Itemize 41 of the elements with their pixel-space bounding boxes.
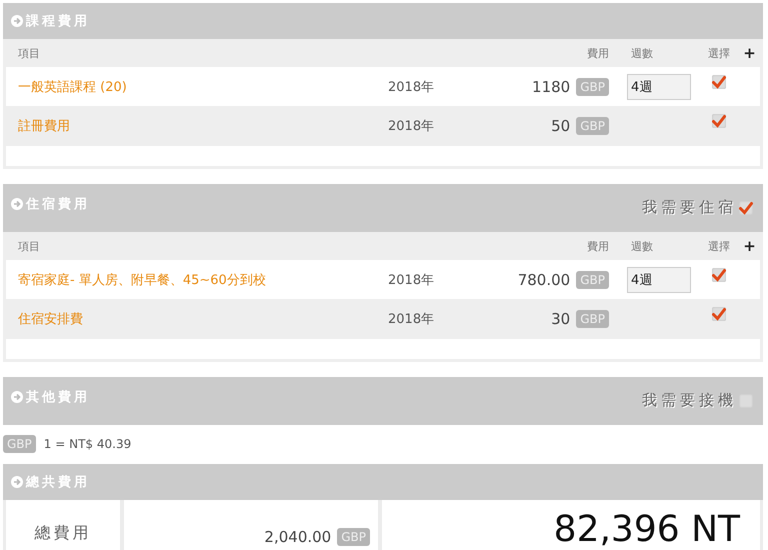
add-button[interactable]: + — [743, 44, 756, 62]
currency-badge: GBP — [337, 528, 370, 546]
column-header: 週數 — [630, 46, 654, 60]
cost-amount: 30 — [551, 310, 570, 328]
column-header: 費用 — [586, 238, 609, 254]
currency-badge: GBP — [3, 435, 36, 453]
weeks-field[interactable]: 4週 — [627, 74, 691, 100]
add-button[interactable]: + — [743, 237, 756, 255]
currency-badge: GBP — [576, 270, 609, 288]
exchange-rate: 1 = NT$ 40.39 — [44, 437, 132, 451]
option-label: 我需要住宿 — [642, 198, 737, 217]
currency-badge: GBP — [576, 310, 609, 328]
column-header: 項目 — [17, 238, 41, 254]
currency-badge: GBP — [576, 78, 609, 96]
arrow-circle-icon — [11, 391, 23, 403]
checkbox[interactable] — [739, 200, 753, 214]
weeks-field[interactable]: 4週 — [627, 266, 691, 292]
currency-badge: GBP — [576, 117, 609, 135]
column-header: 選擇 — [708, 46, 730, 60]
checkbox[interactable] — [712, 75, 726, 89]
year-text: 2018年 — [388, 78, 436, 96]
arrow-circle-icon — [11, 198, 23, 210]
arrow-circle-icon — [11, 15, 23, 27]
year-text: 2018年 — [388, 272, 436, 288]
year-text: 2018年 — [388, 311, 436, 328]
column-header: 週數 — [630, 238, 654, 254]
option-label: 我需要接機 — [642, 391, 737, 410]
converted-total: 82,396 NT — [554, 508, 740, 550]
arrow-circle-icon — [11, 476, 23, 488]
year-text: 2018年 — [388, 118, 436, 135]
column-header: 選擇 — [708, 238, 730, 254]
total-label: 總費用 — [34, 523, 92, 544]
cost-amount: 50 — [551, 117, 570, 135]
cost-amount: 780.00 — [518, 270, 570, 288]
checkbox[interactable] — [712, 307, 726, 321]
cost-amount: 1180 — [532, 78, 570, 96]
column-header: 項目 — [17, 46, 41, 60]
total-amount: 2,040.00 — [264, 528, 332, 546]
column-header: 費用 — [586, 46, 609, 60]
checkbox[interactable] — [712, 114, 726, 128]
checkbox[interactable] — [712, 268, 726, 282]
